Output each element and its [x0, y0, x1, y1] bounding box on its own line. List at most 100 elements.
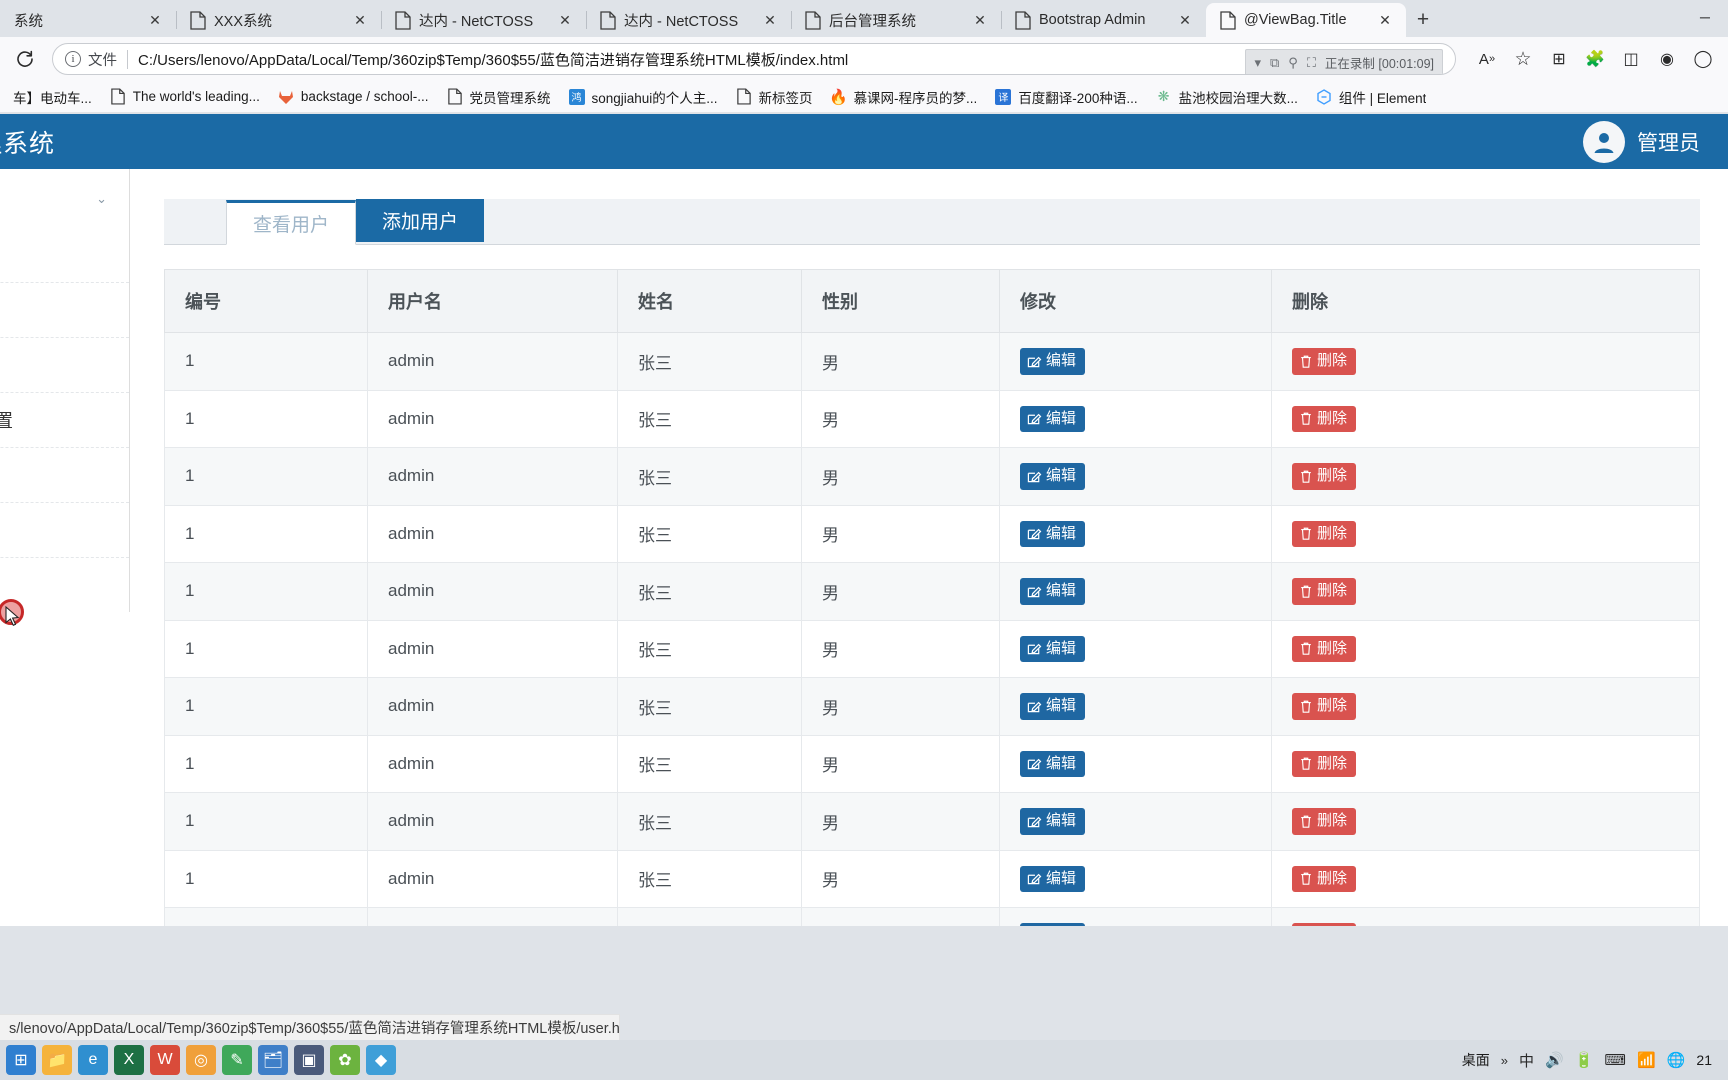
favorite-icon[interactable]: ☆ [1506, 42, 1540, 76]
clock[interactable]: 21 [1696, 1052, 1712, 1068]
bookmark-item[interactable]: 鸿 songjiahui的个人主... [560, 84, 727, 110]
browser-tab-4[interactable]: 达内 - NetCTOSS ✕ [586, 3, 792, 37]
tab-close-icon[interactable]: ✕ [759, 9, 781, 31]
delete-button[interactable]: 删除 [1292, 405, 1357, 432]
bookmark-item[interactable]: 译 百度翻译-200种语... [986, 84, 1146, 110]
tab-view-users[interactable]: 查看用户 [226, 200, 357, 245]
delete-button[interactable]: 删除 [1292, 808, 1357, 835]
tab-close-icon[interactable]: ✕ [554, 9, 576, 31]
chevron-down-icon[interactable]: ⌄ [96, 191, 107, 207]
address-bar[interactable]: i 文件 C:/Users/lenovo/AppData/Local/Temp/… [52, 43, 1456, 75]
sidebar-item-warehouse-in[interactable]: 库管理 [0, 338, 129, 393]
edit-button[interactable]: 编辑 [1020, 635, 1086, 662]
delete-button[interactable]: 删除 [1292, 578, 1357, 605]
edit-button[interactable]: 编辑 [1020, 520, 1086, 547]
sidebar-item-alert-settings[interactable]: 警信息设置 [0, 393, 129, 448]
edge-icon[interactable]: e [78, 1045, 108, 1075]
tab-close-icon[interactable]: ✕ [349, 9, 371, 31]
browser-tab-3[interactable]: 达内 - NetCTOSS ✕ [381, 3, 587, 37]
edit-button[interactable]: 编辑 [1020, 923, 1086, 926]
browser-tab-5[interactable]: 后台管理系统 ✕ [791, 3, 1002, 37]
bookmark-item[interactable]: The world's leading... [101, 86, 269, 108]
collections-icon[interactable]: ⊞ [1542, 42, 1576, 76]
bookmark-item[interactable]: 新标签页 [727, 84, 822, 110]
reload-icon[interactable] [8, 42, 42, 76]
app-title: 存管理系统 [0, 129, 56, 158]
file-explorer-icon[interactable]: 📁 [42, 1045, 72, 1075]
wifi-icon[interactable]: 📶 [1637, 1051, 1656, 1069]
bookmark-item[interactable]: backstage / school-... [269, 86, 438, 108]
desktop-label[interactable]: 桌面 [1462, 1050, 1490, 1070]
browser-tab-7-active[interactable]: @ViewBag.Title ✕ [1206, 3, 1406, 37]
speaker-icon[interactable]: 🔊 [1545, 1051, 1564, 1069]
start-icon[interactable]: ⊞ [6, 1045, 36, 1075]
delete-button[interactable]: 删除 [1292, 635, 1357, 662]
tab-close-icon[interactable]: ✕ [1374, 9, 1396, 31]
browser-tab-6[interactable]: Bootstrap Admin ✕ [1001, 3, 1206, 37]
copy-icon[interactable]: ⧉ [1270, 55, 1279, 71]
edit-button[interactable]: 编辑 [1020, 693, 1086, 720]
screen-recorder-overlay[interactable]: ▾ ⧉ ⚲ ⛶ 正在录制 [00:01:09] [1245, 49, 1443, 74]
delete-button[interactable]: 删除 [1292, 865, 1357, 892]
read-aloud-icon[interactable]: A» [1470, 42, 1504, 76]
delete-button[interactable]: 删除 [1292, 348, 1357, 375]
tab-close-icon[interactable]: ✕ [144, 9, 166, 31]
sidebar-header[interactable]: 菜单 ⌄ [0, 169, 129, 228]
overflow-chevron-icon[interactable]: » [1501, 1053, 1508, 1068]
edit-button[interactable]: 编辑 [1020, 405, 1086, 432]
new-tab-button[interactable]: + [1406, 5, 1440, 35]
profile-icon[interactable]: ◯ [1686, 42, 1720, 76]
bookmark-item[interactable]: 🔥 慕课网-程序员的梦... [822, 84, 987, 110]
delete-button[interactable]: 删除 [1292, 463, 1357, 490]
cell-sex: 男 [801, 619, 1000, 678]
chevron-down-icon[interactable]: ▾ [1254, 55, 1261, 71]
globe-icon[interactable]: 🌐 [1667, 1051, 1686, 1069]
window-controls: ─ [1682, 0, 1728, 37]
user-area[interactable]: 管理员 [1583, 120, 1700, 163]
sidebar-item-warehouse-out[interactable]: 库管理 [0, 448, 129, 503]
bookmark-item[interactable]: 组件 | Element [1307, 84, 1436, 110]
zoom-icon[interactable]: ⚲ [1288, 55, 1298, 71]
minimize-button[interactable]: ─ [1682, 0, 1728, 33]
edit-button[interactable]: 编辑 [1020, 348, 1086, 375]
delete-button[interactable]: 删除 [1292, 693, 1357, 720]
delete-button[interactable]: 删除 [1292, 520, 1357, 547]
browser-tab-2[interactable]: XXX系统 ✕ [176, 3, 382, 37]
excel-icon[interactable]: X [114, 1045, 144, 1075]
tab-close-icon[interactable]: ✕ [1174, 9, 1196, 31]
edit-button[interactable]: 编辑 [1020, 865, 1086, 892]
phone-icon[interactable]: ▣ [294, 1045, 324, 1075]
edit-button[interactable]: 编辑 [1020, 578, 1086, 605]
edit-button[interactable]: 编辑 [1020, 750, 1086, 777]
bookmark-item[interactable]: ❋ 盐池校园治理大数... [1147, 84, 1307, 110]
edit-button[interactable]: 编辑 [1020, 808, 1086, 835]
sidebar-item-user-manage[interactable]: 户管理 [0, 503, 129, 558]
sidebar-item-category[interactable]: 类管理 [0, 228, 129, 283]
crop-icon[interactable]: ⛶ [1307, 55, 1316, 71]
cell-name: 张三 [617, 734, 802, 793]
notes-icon[interactable]: ✎ [222, 1045, 252, 1075]
keyboard-icon[interactable]: ⌨ [1604, 1051, 1626, 1069]
browser-essentials-icon[interactable]: ◉ [1650, 42, 1684, 76]
split-screen-icon[interactable]: ◫ [1614, 42, 1648, 76]
delete-button[interactable]: 删除 [1292, 923, 1357, 926]
trash-icon [1299, 756, 1313, 771]
wps-icon[interactable]: W [150, 1045, 180, 1075]
chrome-icon[interactable]: ◎ [186, 1045, 216, 1075]
spring-icon[interactable]: ✿ [330, 1045, 360, 1075]
battery-icon[interactable]: 🔋 [1575, 1051, 1594, 1069]
tab-close-icon[interactable]: ✕ [969, 9, 991, 31]
edit-button[interactable]: 编辑 [1020, 463, 1086, 490]
sidebar-item-change-password[interactable]: 密码 [0, 558, 129, 612]
delete-button[interactable]: 删除 [1292, 750, 1357, 777]
tab-add-user[interactable]: 添加用户 [356, 199, 485, 242]
extensions-icon[interactable]: 🧩 [1578, 42, 1612, 76]
app-icon[interactable]: ◆ [366, 1045, 396, 1075]
sidebar-item-stock[interactable]: 存管理 [0, 283, 129, 338]
folder-icon[interactable]: 🗂 [258, 1045, 288, 1075]
input-method-icon[interactable]: 中 [1519, 1050, 1534, 1071]
bookmark-item[interactable]: 车】电动车... [4, 84, 101, 110]
bookmark-item[interactable]: 党员管理系统 [438, 84, 560, 110]
cell-delete: 删除 [1271, 504, 1700, 563]
browser-tab-1[interactable]: 系统 ✕ [0, 3, 177, 37]
